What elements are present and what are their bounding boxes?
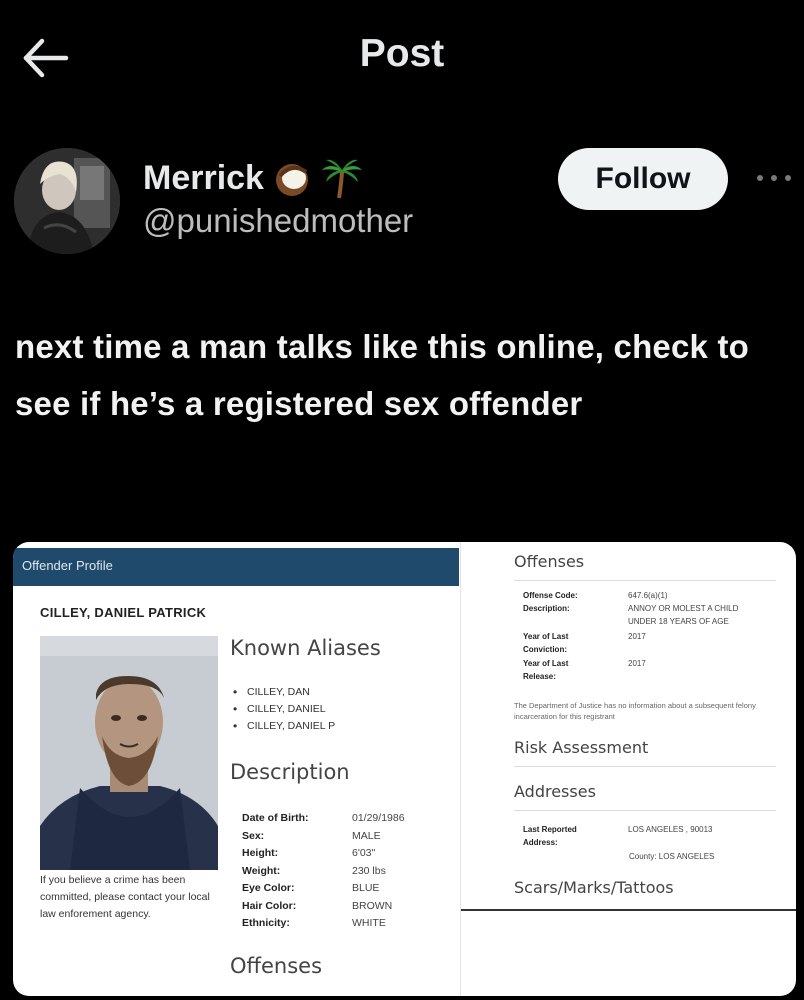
offenses-heading: Offenses [514,552,585,571]
description-value: 01/29/1986 [352,812,405,824]
profile-header-label: Offender Profile [22,558,113,573]
display-name: Merrick [143,158,264,197]
county-value: County: LOS ANGELES [629,852,715,861]
description-value: BLUE [352,882,380,894]
scars-heading: Scars/Marks/Tattoos [514,878,674,897]
palm-tree-icon [321,159,362,199]
offense-code-label: Offense Code: [523,591,578,600]
section-divider [514,766,776,767]
description-value: WHITE [352,917,386,929]
offense-description-value: ANNOY OR MOLEST A CHILD [628,604,739,613]
alias-item: CILLEY, DANIEL P [231,718,335,735]
address-label: Address: [523,837,558,847]
offender-profile-panel: Offender Profile CILLEY, DANIEL PATRICK … [13,542,460,996]
offense-code-value: 647.6(a)(1) [628,591,668,600]
crime-note: If you believe a crime has been committe… [40,874,210,920]
handle[interactable]: @punishedmother [143,202,413,240]
description-label: Hair Color: [242,899,297,912]
offense-description-value: UNDER 18 YEARS OF AGE [628,617,729,626]
more-horizontal-icon [757,175,791,181]
release-year: 2017 [628,659,646,668]
description-value: BROWN [352,899,393,912]
alias-item: CILLEY, DANIEL [231,701,335,718]
page-title: Post [359,32,445,75]
attached-image[interactable]: Offender Profile CILLEY, DANIEL PATRICK … [13,542,796,996]
description-label: Eye Color: [242,882,295,894]
avatar[interactable] [14,148,120,254]
description-heading: Description [230,760,350,784]
address-label: Last Reported [523,825,577,834]
display-name-row[interactable]: Merrick [143,156,364,200]
doj-note: The Department of Justice has no informa… [514,701,756,721]
more-options-button[interactable] [752,166,796,190]
addresses-heading: Addresses [514,782,596,801]
conviction-label: Conviction: [523,644,567,654]
description-label: Weight: [242,864,281,877]
release-label: Year of Last [523,659,569,668]
alias-item: CILLEY, DAN [231,684,335,701]
address-value: LOS ANGELES , 90013 [628,825,713,834]
offenses-panel: Offenses Offense Code: 647.6(a)(1) Descr… [461,542,796,996]
offense-description-label: Description: [523,604,570,613]
description-value: 230 lbs [352,864,386,877]
conviction-label: Year of Last [523,632,569,641]
conviction-year: 2017 [628,632,646,641]
coconut-icon [275,164,308,196]
description-value: MALE [352,829,381,842]
risk-assessment-heading: Risk Assessment [514,738,649,757]
post-author: Merrick @punishedmother Follow [0,140,804,260]
follow-button[interactable]: Follow [558,148,728,210]
mugshot-photo [40,636,218,870]
offender-name: CILLEY, DANIEL PATRICK [40,605,207,620]
offenses-heading-left: Offenses [230,954,323,978]
description-label: Height: [242,847,279,859]
description-label: Ethnicity: [242,917,290,929]
section-divider [514,580,776,581]
release-label: Release: [523,671,556,681]
known-aliases-heading: Known Aliases [230,636,381,660]
post-text: next time a man talks like this online, … [15,328,750,422]
aliases-list: CILLEY, DAN CILLEY, DANIEL CILLEY, DANIE… [231,684,335,735]
description-label: Date of Birth: [242,812,309,824]
section-divider [461,909,796,911]
profile-header: Offender Profile [13,548,459,586]
top-bar: Post [0,0,804,120]
description-value: 6'03" [352,847,376,859]
section-divider [514,810,776,811]
avatar-photo [14,148,120,254]
description-label: Sex: [242,829,265,842]
